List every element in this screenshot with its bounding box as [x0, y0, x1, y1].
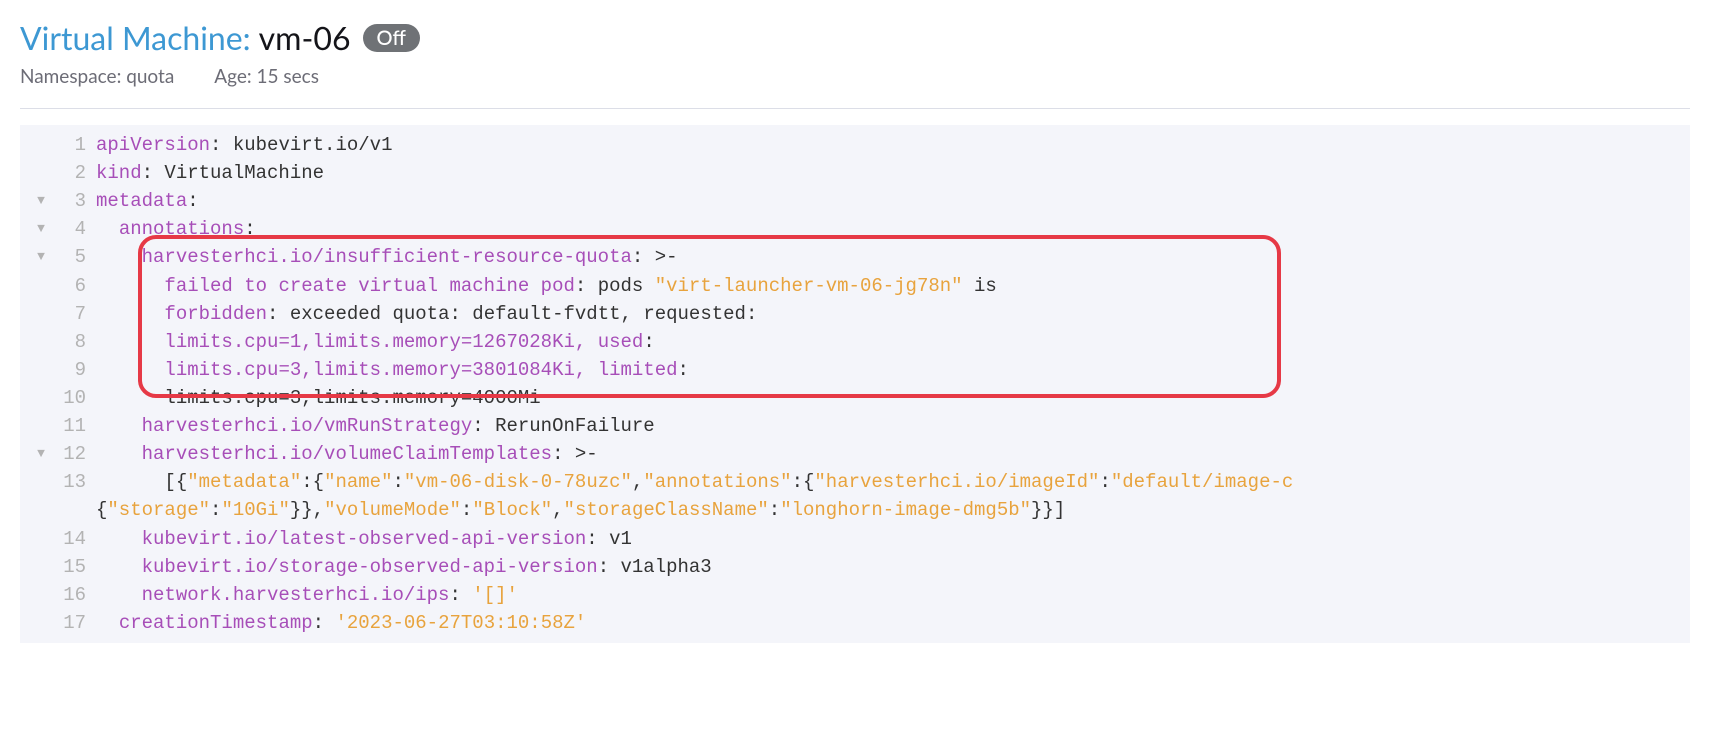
header-divider [20, 108, 1690, 109]
yaml-editor[interactable]: 1apiVersion: kubevirt.io/v12kind: Virtua… [20, 125, 1690, 643]
line-number: 9 [52, 356, 96, 384]
fold-arrow-icon [30, 131, 52, 135]
code-line[interactable]: 9 limits.cpu=3,limits.memory=3801084Ki, … [20, 356, 1690, 384]
fold-arrow-icon [30, 525, 52, 529]
code-line[interactable]: 15 kubevirt.io/storage-observed-api-vers… [20, 553, 1690, 581]
fold-arrow-icon [30, 581, 52, 585]
age-label: Age: 15 secs [214, 65, 319, 88]
code-content[interactable]: harvesterhci.io/volumeClaimTemplates: >- [96, 440, 598, 468]
line-number: 13 [52, 468, 96, 496]
code-line[interactable]: {"storage":"10Gi"}},"volumeMode":"Block"… [20, 496, 1690, 524]
code-content[interactable]: kubevirt.io/storage-observed-api-version… [96, 553, 712, 581]
code-line[interactable]: ▼12 harvesterhci.io/volumeClaimTemplates… [20, 440, 1690, 468]
code-content[interactable]: annotations: [96, 215, 256, 243]
line-number: 10 [52, 384, 96, 412]
code-content[interactable]: kubevirt.io/latest-observed-api-version:… [96, 525, 632, 553]
code-content[interactable]: apiVersion: kubevirt.io/v1 [96, 131, 392, 159]
code-content[interactable]: harvesterhci.io/insufficient-resource-qu… [96, 243, 678, 271]
line-number: 5 [52, 243, 96, 271]
fold-arrow-icon [30, 300, 52, 304]
line-number: 12 [52, 440, 96, 468]
fold-arrow-icon [30, 609, 52, 613]
code-line[interactable]: 8 limits.cpu=1,limits.memory=1267028Ki, … [20, 328, 1690, 356]
line-number: 3 [52, 187, 96, 215]
code-content[interactable]: forbidden: exceeded quota: default-fvdtt… [96, 300, 757, 328]
line-number: 11 [52, 412, 96, 440]
code-line[interactable]: 7 forbidden: exceeded quota: default-fvd… [20, 300, 1690, 328]
line-number: 8 [52, 328, 96, 356]
namespace-label: Namespace: quota [20, 65, 174, 88]
fold-arrow-icon[interactable]: ▼ [30, 215, 52, 238]
code-line[interactable]: 2kind: VirtualMachine [20, 159, 1690, 187]
code-content[interactable]: kind: VirtualMachine [96, 159, 324, 187]
code-line[interactable]: 17 creationTimestamp: '2023-06-27T03:10:… [20, 609, 1690, 637]
code-content[interactable]: creationTimestamp: '2023-06-27T03:10:58Z… [96, 609, 586, 637]
fold-arrow-icon [30, 159, 52, 163]
code-line[interactable]: 10 limits.cpu=3,limits.memory=4000Mi [20, 384, 1690, 412]
line-number: 17 [52, 609, 96, 637]
line-number: 16 [52, 581, 96, 609]
code-content[interactable]: limits.cpu=1,limits.memory=1267028Ki, us… [96, 328, 655, 356]
code-line[interactable]: ▼3metadata: [20, 187, 1690, 215]
vm-name: vm-06 [259, 18, 351, 57]
fold-arrow-icon [30, 356, 52, 360]
code-content[interactable]: [{"metadata":{"name":"vm-06-disk-0-78uzc… [96, 468, 1293, 496]
fold-arrow-icon [30, 328, 52, 332]
page-header: Virtual Machine: vm-06 Off [20, 18, 1690, 57]
code-content[interactable]: harvesterhci.io/vmRunStrategy: RerunOnFa… [96, 412, 655, 440]
code-content[interactable]: {"storage":"10Gi"}},"volumeMode":"Block"… [96, 496, 1065, 524]
fold-arrow-icon [30, 468, 52, 472]
code-content[interactable]: limits.cpu=3,limits.memory=3801084Ki, li… [96, 356, 689, 384]
code-line[interactable]: 14 kubevirt.io/latest-observed-api-versi… [20, 525, 1690, 553]
line-number: 6 [52, 272, 96, 300]
code-line[interactable]: 13 [{"metadata":{"name":"vm-06-disk-0-78… [20, 468, 1690, 496]
code-line[interactable]: 11 harvesterhci.io/vmRunStrategy: RerunO… [20, 412, 1690, 440]
fold-arrow-icon [30, 553, 52, 557]
code-content[interactable]: network.harvesterhci.io/ips: '[]' [96, 581, 518, 609]
code-line[interactable]: ▼4 annotations: [20, 215, 1690, 243]
title-prefix: Virtual Machine: [20, 18, 251, 57]
line-number: 7 [52, 300, 96, 328]
fold-arrow-icon[interactable]: ▼ [30, 243, 52, 266]
fold-arrow-icon [30, 412, 52, 416]
line-number: 15 [52, 553, 96, 581]
status-badge: Off [363, 24, 420, 52]
code-content[interactable]: failed to create virtual machine pod: po… [96, 272, 997, 300]
line-number: 2 [52, 159, 96, 187]
fold-arrow-icon [30, 384, 52, 388]
fold-arrow-icon[interactable]: ▼ [30, 187, 52, 210]
code-line[interactable]: ▼5 harvesterhci.io/insufficient-resource… [20, 243, 1690, 271]
line-number: 4 [52, 215, 96, 243]
fold-arrow-icon [30, 496, 52, 500]
code-line[interactable]: 6 failed to create virtual machine pod: … [20, 272, 1690, 300]
line-number: 14 [52, 525, 96, 553]
code-line[interactable]: 1apiVersion: kubevirt.io/v1 [20, 131, 1690, 159]
line-number: 1 [52, 131, 96, 159]
code-content[interactable]: limits.cpu=3,limits.memory=4000Mi [96, 384, 541, 412]
code-line[interactable]: 16 network.harvesterhci.io/ips: '[]' [20, 581, 1690, 609]
fold-arrow-icon [30, 272, 52, 276]
fold-arrow-icon[interactable]: ▼ [30, 440, 52, 463]
meta-row: Namespace: quota Age: 15 secs [20, 65, 1690, 88]
code-content[interactable]: metadata: [96, 187, 199, 215]
